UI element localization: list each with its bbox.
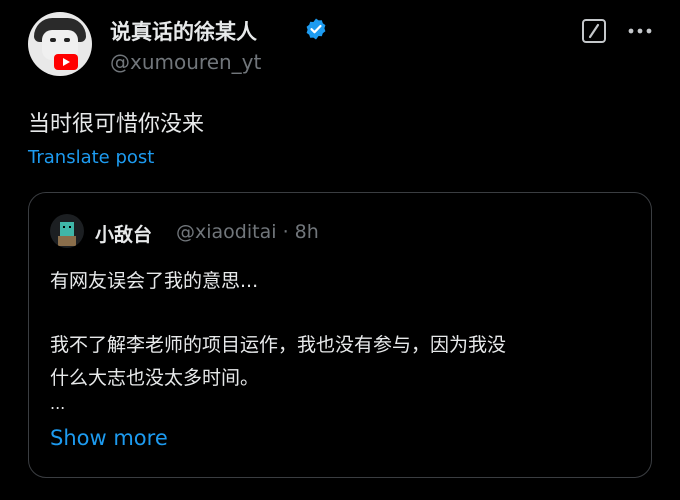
quote-text-line-1: 有网友误会了我的意思... — [50, 270, 259, 292]
show-more-link[interactable]: Show more — [50, 426, 168, 450]
post-text: 当时很可惜你没来 — [28, 112, 205, 137]
post-header: 说真话的徐某人 @xumouren_yt — [28, 12, 658, 78]
more-options-icon[interactable] — [624, 18, 656, 44]
grok-icon[interactable] — [581, 18, 607, 44]
quote-text-line-2: 我不了解李老师的项目运作，我也没有参与，因为我没 — [50, 334, 507, 356]
author-handle[interactable]: @xumouren_yt — [110, 50, 261, 74]
quote-handle[interactable]: @xiaoditai — [176, 221, 277, 243]
quote-meta: @xiaoditai · 8h — [176, 221, 319, 243]
quoted-post-card[interactable]: 小敌台 @xiaoditai · 8h 有网友误会了我的意思... 我不了解李老… — [28, 192, 652, 478]
author-display-name[interactable]: 说真话的徐某人 — [110, 16, 257, 46]
quote-text-line-3: 什么大志也没太多时间。 — [50, 367, 260, 389]
quote-display-name[interactable]: 小敌台 — [95, 220, 152, 247]
quote-separator: · — [282, 221, 289, 243]
translate-post-link[interactable]: Translate post — [28, 147, 154, 168]
verified-badge-icon — [306, 18, 326, 40]
quote-avatar[interactable] — [50, 214, 84, 248]
meme-avatar-icon[interactable] — [28, 12, 92, 76]
quote-time[interactable]: 8h — [295, 221, 319, 243]
quote-ellipsis: ... — [50, 394, 66, 413]
